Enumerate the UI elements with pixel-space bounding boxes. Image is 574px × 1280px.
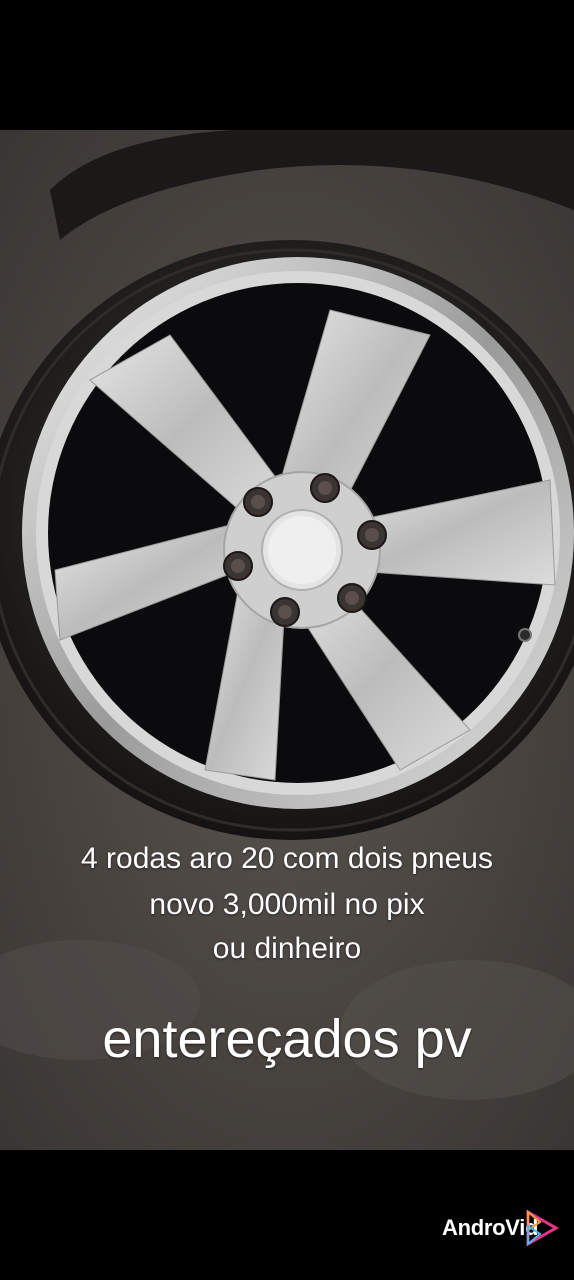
top-black-bar <box>0 0 574 130</box>
watermark-prefix: Andro <box>442 1215 506 1240</box>
caption-line-2: novo 3,000mil no pix <box>149 888 425 921</box>
play-logo-icon <box>526 1210 560 1246</box>
androvid-watermark: AndroVid <box>442 1210 560 1246</box>
caption-line-3: ou dinheiro <box>212 932 362 965</box>
caption-line-1: 4 rodas aro 20 com dois pneus <box>81 842 493 875</box>
wheel-photo <box>0 130 574 1150</box>
caption-headline: entereçados pv <box>102 1009 472 1069</box>
